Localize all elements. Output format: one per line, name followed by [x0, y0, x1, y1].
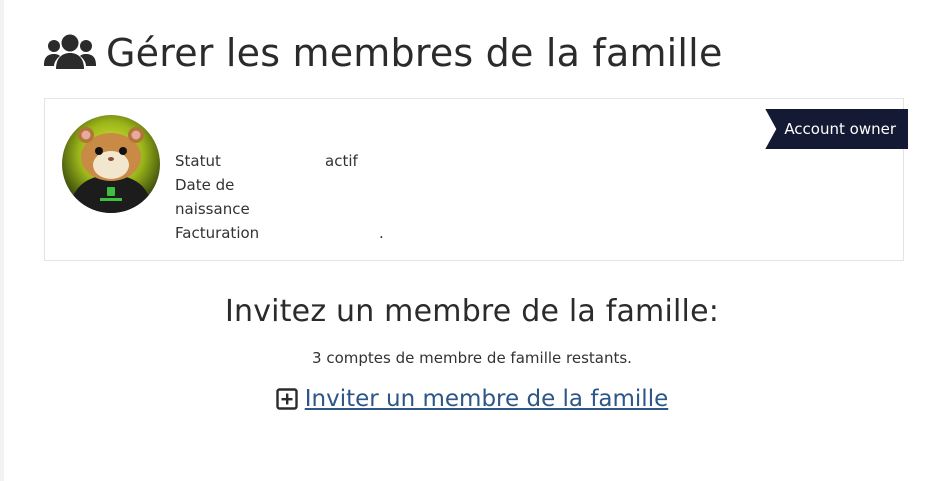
- detail-value: .: [379, 224, 384, 242]
- detail-label: Date de naissance: [175, 176, 250, 218]
- hamster-avatar: [62, 115, 160, 213]
- detail-row-birthdate: Date de naissance: [175, 173, 384, 221]
- users-icon: [44, 33, 96, 73]
- detail-value: actif: [325, 152, 358, 170]
- plus-square-icon[interactable]: [276, 388, 298, 410]
- invite-link-row[interactable]: Inviter un membre de la famille: [276, 386, 669, 412]
- remaining-accounts-text: 3 comptes de membre de famille restants.: [312, 349, 632, 367]
- detail-row-billing: Facturation .: [175, 221, 384, 245]
- detail-row-status: Statut actif: [175, 149, 384, 173]
- member-card: Statut actif Date de naissance Facturati…: [44, 98, 908, 261]
- member-details: Statut actif Date de naissance Facturati…: [175, 149, 384, 245]
- page-header: Gérer les membres de la famille: [44, 26, 723, 80]
- account-owner-badge: Account owner: [765, 109, 908, 149]
- invite-member-link[interactable]: Inviter un membre de la famille: [305, 386, 669, 412]
- page: Gérer les membres de la famille Statut a…: [0, 0, 944, 481]
- invite-section: Invitez un membre de la famille: 3 compt…: [0, 292, 944, 414]
- detail-label: Statut: [175, 152, 221, 170]
- page-title: Gérer les membres de la famille: [106, 31, 723, 75]
- detail-label: Facturation: [175, 224, 260, 242]
- invite-title: Invitez un membre de la famille:: [224, 294, 720, 329]
